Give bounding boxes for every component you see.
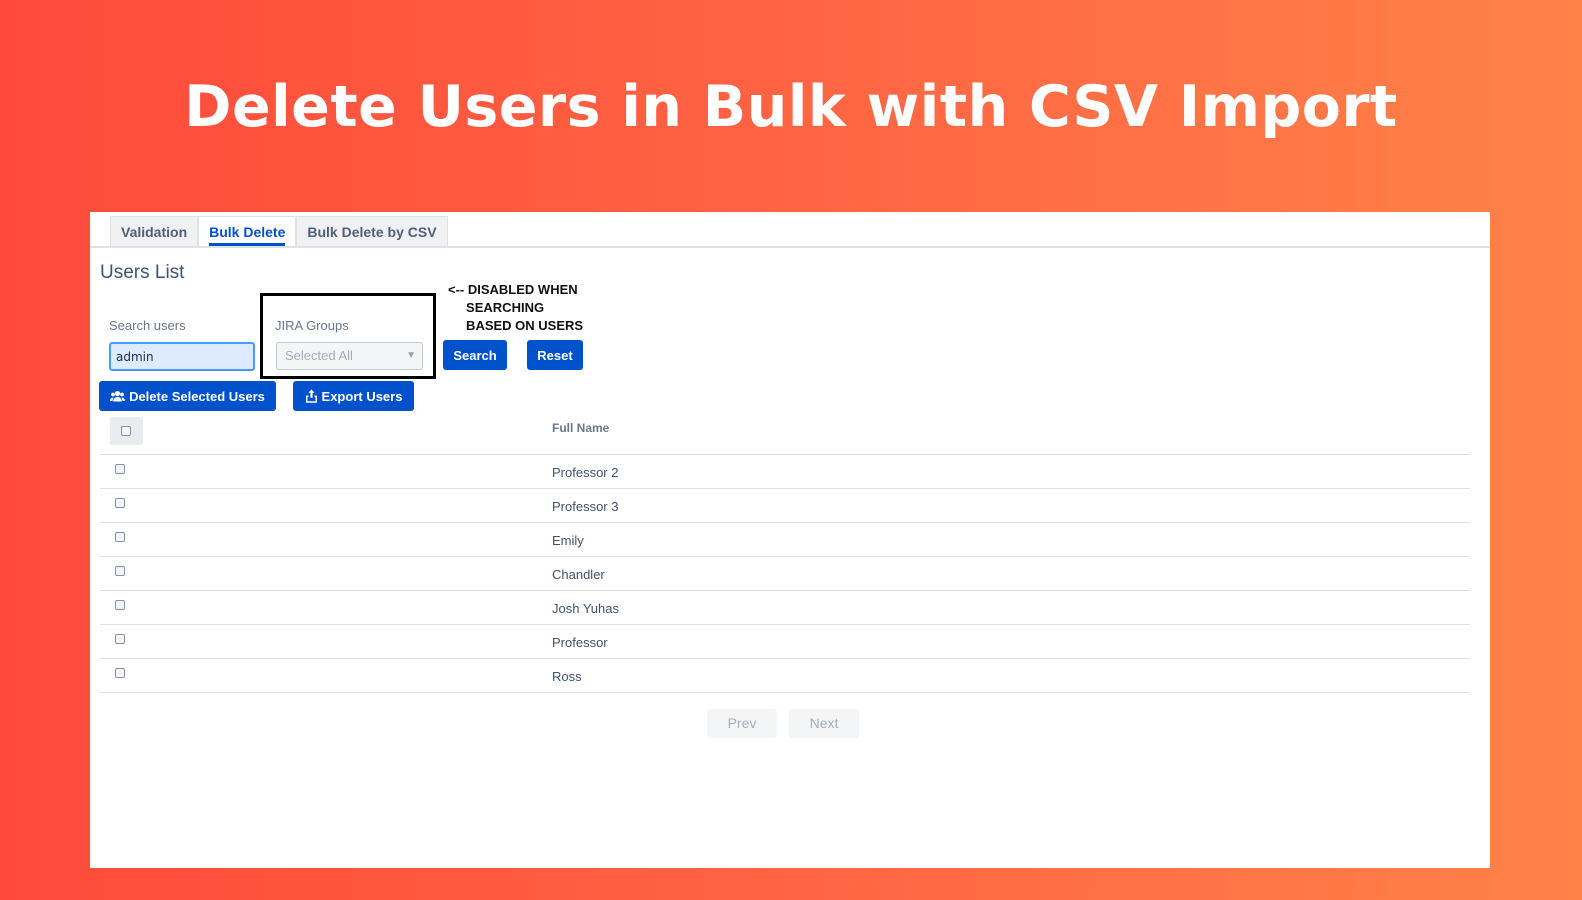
export-users-button[interactable]: Export Users [293, 381, 414, 411]
row-checkbox[interactable] [115, 600, 125, 610]
table-row: Ross [100, 658, 1470, 693]
full-name-cell: Professor [552, 635, 608, 650]
row-checkbox[interactable] [115, 634, 125, 644]
users-icon [110, 390, 126, 402]
row-checkbox[interactable] [115, 498, 125, 508]
bulk-delete-panel: Validation Bulk Delete Bulk Delete by CS… [90, 212, 1490, 868]
search-users-input[interactable] [109, 342, 255, 371]
annotation-note: <-- DISABLED WHEN SEARCHING BASED ON USE… [448, 282, 584, 333]
full-name-column-header[interactable]: Full Name [552, 421, 609, 435]
table-row: Professor 2 [100, 454, 1470, 488]
row-checkbox[interactable] [115, 566, 125, 576]
tab-bulk-delete-by-csv[interactable]: Bulk Delete by CSV [296, 216, 448, 246]
full-name-cell: Professor 3 [552, 499, 619, 514]
export-icon [305, 389, 318, 403]
prev-page-button[interactable]: Prev [707, 709, 777, 738]
delete-selected-users-label: Delete Selected Users [129, 388, 265, 404]
table-row: Josh Yuhas [100, 590, 1470, 624]
full-name-cell: Emily [552, 533, 584, 548]
tab-bar: Validation Bulk Delete Bulk Delete by CS… [110, 216, 448, 246]
delete-selected-users-button[interactable]: Delete Selected Users [99, 381, 276, 411]
row-checkbox[interactable] [115, 668, 125, 678]
jira-groups-label: JIRA Groups [275, 318, 349, 333]
search-users-label: Search users [109, 318, 186, 333]
full-name-cell: Chandler [552, 567, 605, 582]
full-name-cell: Josh Yuhas [552, 601, 619, 616]
table-row: Chandler [100, 556, 1470, 590]
export-users-label: Export Users [321, 388, 403, 404]
select-all-cell [110, 417, 143, 445]
row-checkbox[interactable] [115, 464, 125, 474]
users-list-title: Users List [100, 262, 185, 283]
chevron-down-icon: ▼ [406, 350, 416, 361]
tab-validation[interactable]: Validation [110, 216, 199, 246]
page-headline: Delete Users in Bulk with CSV Import [184, 74, 1398, 140]
search-button[interactable]: Search [443, 340, 507, 370]
next-page-button[interactable]: Next [789, 709, 859, 738]
select-all-checkbox[interactable] [121, 426, 131, 436]
reset-button-label: Reset [537, 347, 573, 363]
users-table: Professor 2 Professor 3 Emily Chandler J… [100, 454, 1470, 693]
table-row: Professor [100, 624, 1470, 658]
row-checkbox[interactable] [115, 532, 125, 542]
table-row: Professor 3 [100, 488, 1470, 522]
table-row: Emily [100, 522, 1470, 556]
reset-button[interactable]: Reset [527, 340, 583, 370]
full-name-cell: Professor 2 [552, 465, 619, 480]
tab-bulk-delete[interactable]: Bulk Delete [198, 216, 297, 246]
full-name-cell: Ross [552, 669, 582, 684]
tab-divider [90, 246, 1490, 248]
search-button-label: Search [453, 347, 497, 363]
jira-groups-selected-value: Selected All [285, 348, 353, 363]
jira-groups-select[interactable]: Selected All ▼ [276, 342, 423, 370]
